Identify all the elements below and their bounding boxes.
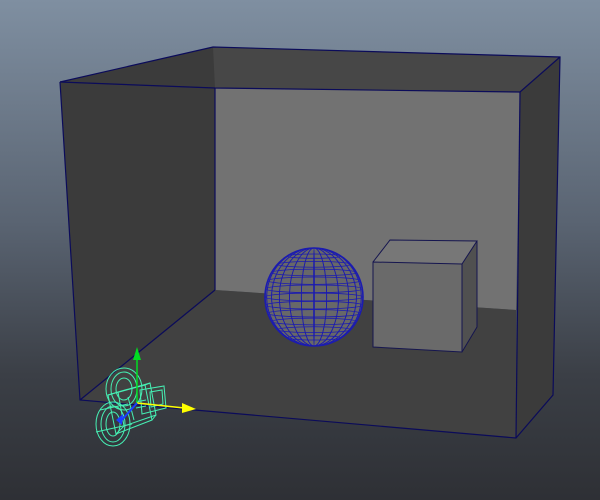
cube-front-face xyxy=(373,262,462,352)
cube-object[interactable] xyxy=(372,239,478,353)
scene-canvas[interactable] xyxy=(0,0,600,500)
wireframe-sphere[interactable] xyxy=(264,247,364,347)
cube-top-face xyxy=(373,240,477,264)
3d-viewport[interactable] xyxy=(0,0,600,500)
